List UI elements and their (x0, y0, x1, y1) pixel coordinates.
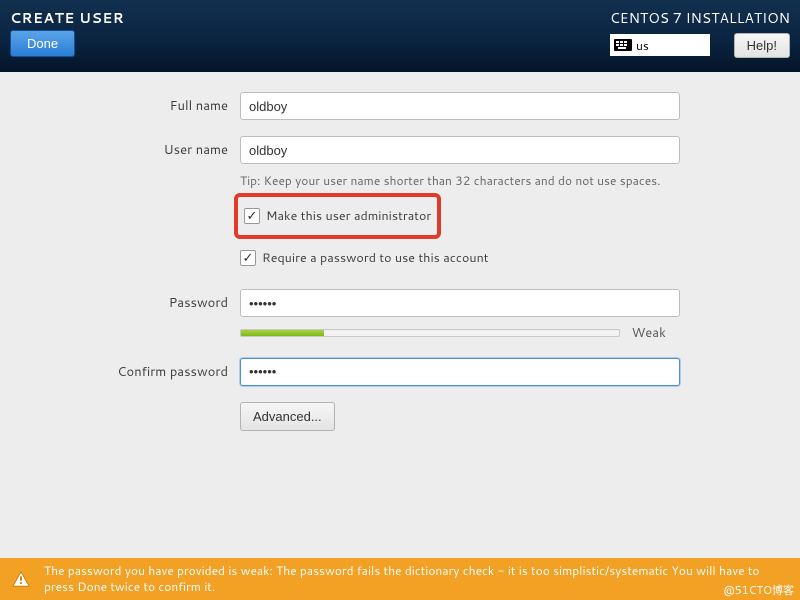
advanced-button[interactable]: Advanced... (240, 402, 335, 431)
username-input[interactable] (240, 136, 680, 164)
require-password-checkbox[interactable] (240, 250, 256, 266)
installer-title: CENTOS 7 INSTALLATION (610, 8, 790, 28)
password-strength-fill (241, 330, 324, 336)
username-tip: Tip: Keep your user name shorter than 32… (240, 172, 690, 189)
keyboard-layout-label: us (636, 37, 649, 54)
create-user-form: Full name User name Tip: Keep your user … (0, 72, 800, 431)
password-strength-label: Weak (632, 324, 666, 342)
password-label: Password (0, 294, 240, 312)
confirm-password-label: Confirm password (0, 363, 240, 381)
help-button[interactable]: Help! (734, 33, 790, 58)
make-admin-checkbox[interactable] (244, 208, 260, 224)
fullname-input[interactable] (240, 92, 680, 120)
warning-text: The password you have provided is weak: … (44, 563, 788, 594)
warning-icon (12, 570, 30, 588)
fullname-label: Full name (0, 97, 240, 115)
password-input[interactable] (240, 289, 680, 317)
watermark: @51CTO博客 (723, 582, 794, 598)
password-strength-meter (240, 329, 620, 337)
make-admin-label: Make this user administrator (266, 207, 431, 225)
confirm-password-input[interactable] (240, 358, 680, 386)
keyboard-layout-selector[interactable]: us (610, 34, 710, 56)
done-button[interactable]: Done (10, 30, 75, 57)
username-label: User name (0, 141, 240, 159)
keyboard-icon (614, 39, 632, 51)
header-bar: CREATE USER Done CENTOS 7 INSTALLATION u… (0, 0, 800, 72)
warning-bar: The password you have provided is weak: … (0, 558, 800, 600)
require-password-label: Require a password to use this account (262, 249, 489, 267)
annotation-highlight: Make this user administrator (234, 193, 441, 239)
page-title: CREATE USER (10, 8, 124, 28)
